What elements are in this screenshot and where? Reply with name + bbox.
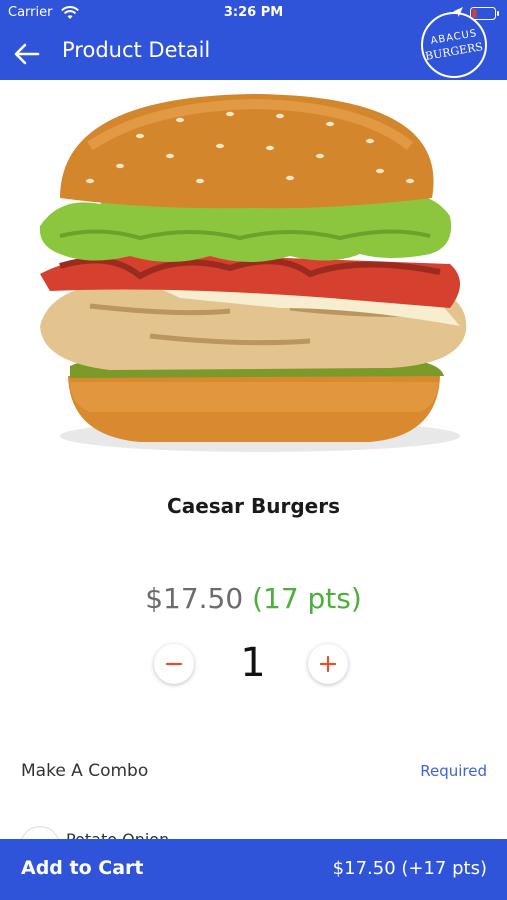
add-to-cart-button[interactable]: Add to Cart $17.50 (+17 pts): [0, 839, 507, 900]
quantity-value: 1: [240, 640, 266, 686]
app-header: Carrier 3:26 PM Product Detail ABACUS BU…: [0, 0, 507, 80]
plus-icon: [319, 655, 337, 673]
brand-logo: ABACUS BURGERS: [421, 12, 487, 78]
combo-label: Make A Combo: [21, 761, 149, 781]
price-line: $17.50 (17 pts): [0, 582, 507, 615]
required-badge: Required: [420, 762, 487, 780]
product-name: Caesar Burgers: [167, 494, 340, 518]
back-button[interactable]: [12, 40, 42, 68]
arrow-left-icon: [14, 43, 40, 65]
product-image: [39, 94, 467, 452]
minus-icon: [165, 662, 183, 666]
clock: 3:26 PM: [223, 5, 284, 20]
add-to-cart-label: Add to Cart: [21, 857, 144, 879]
battery-icon: [470, 7, 499, 20]
cart-total: $17.50 (+17 pts): [332, 858, 487, 879]
page-title: Product Detail: [62, 38, 211, 62]
product-price: $17.50: [145, 582, 244, 615]
decrease-quantity-button[interactable]: [154, 644, 194, 684]
product-points: (17 pts): [252, 582, 362, 615]
make-combo-row[interactable]: Make A Combo Required: [0, 750, 507, 794]
increase-quantity-button[interactable]: [308, 644, 348, 684]
